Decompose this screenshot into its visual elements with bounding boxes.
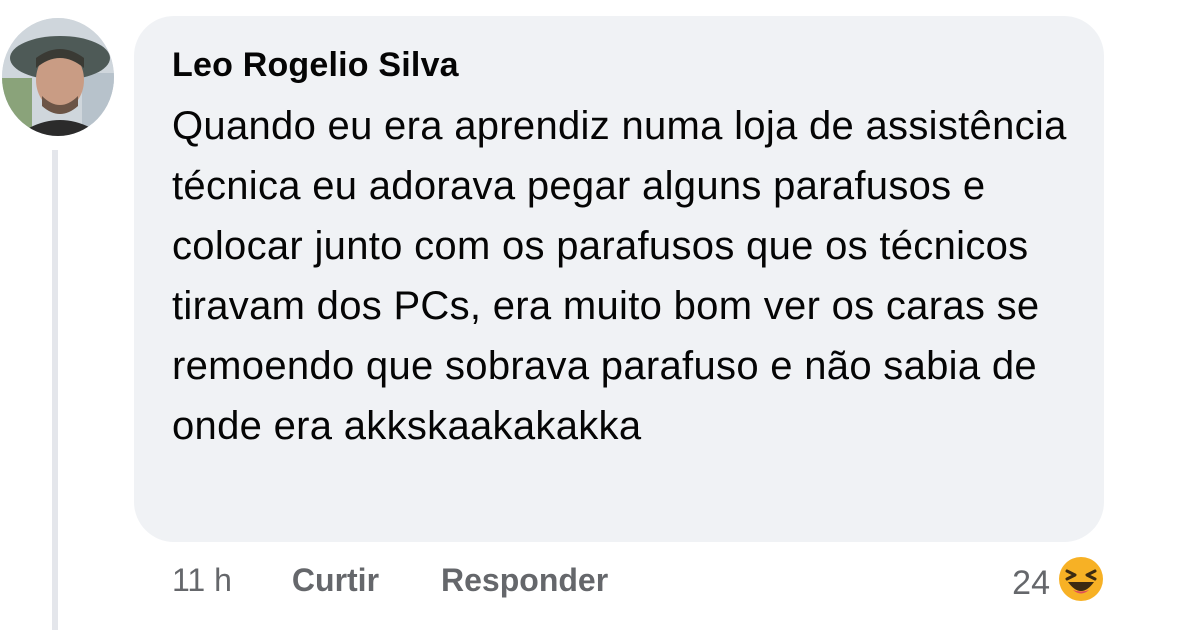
reaction-summary[interactable]: 24: [1012, 556, 1104, 611]
like-button[interactable]: Curtir: [292, 562, 379, 599]
comment-actions: 11 h Curtir Responder: [172, 562, 608, 599]
comment-timestamp[interactable]: 11 h: [172, 562, 232, 599]
laughing-emoji-icon: [1058, 556, 1104, 611]
reply-button[interactable]: Responder: [441, 562, 608, 599]
thread-line: [52, 150, 58, 630]
comment-bubble: Leo Rogelio Silva Quando eu era aprendiz…: [134, 16, 1104, 542]
avatar[interactable]: [2, 18, 114, 136]
avatar-image: [2, 18, 114, 136]
comment-text: Quando eu era aprendiz numa loja de assi…: [172, 104, 1067, 448]
reaction-count: 24: [1012, 564, 1050, 602]
comment-author[interactable]: Leo Rogelio Silva: [172, 42, 1064, 88]
